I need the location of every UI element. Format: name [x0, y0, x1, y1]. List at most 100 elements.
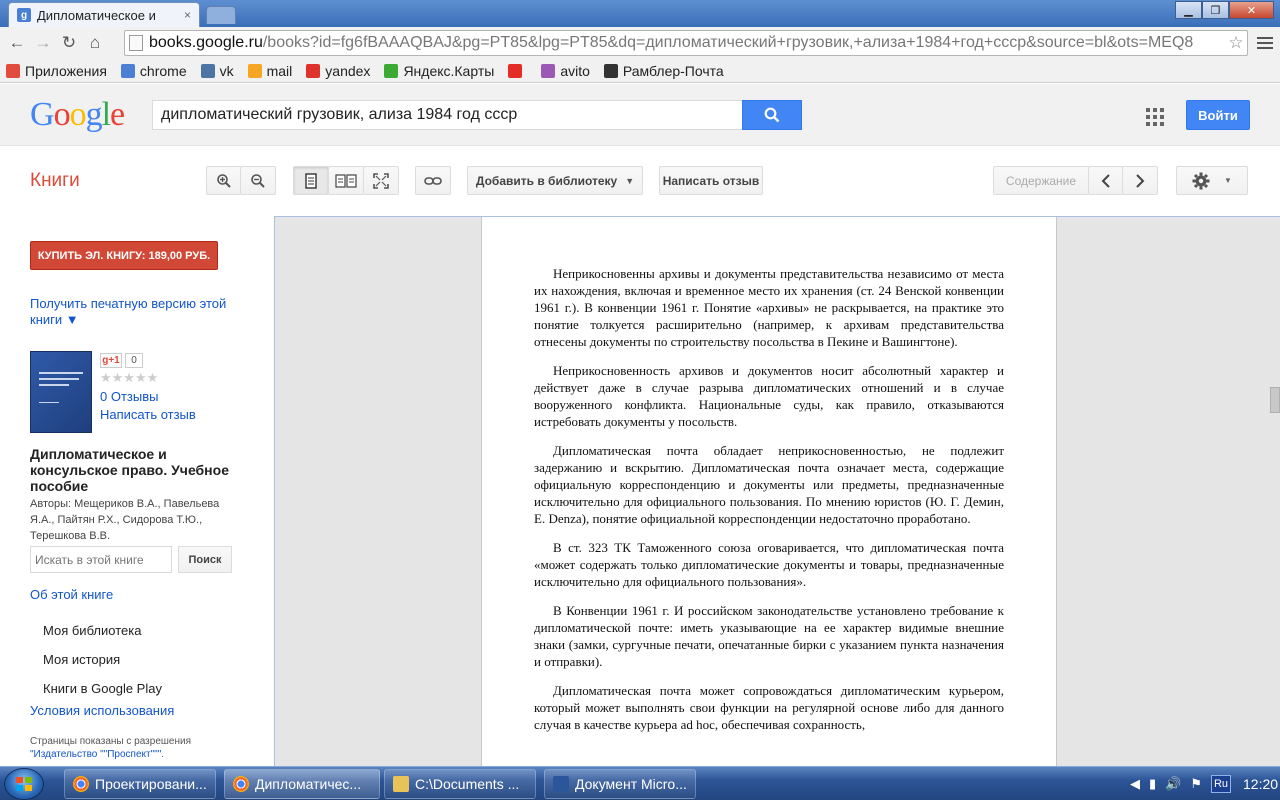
write-review-link[interactable]: Написать отзыв — [100, 407, 196, 422]
system-tray: ◀ ▮ 🔊 ⚑ Ru 12:20 — [1130, 767, 1280, 800]
previous-page-button[interactable] — [1088, 166, 1123, 195]
bookmarks-bar: Приложения chrome vk mail yandex Яндекс.Карты… — [0, 59, 1280, 83]
taskbar-item[interactable]: Документ Micro... — [544, 769, 696, 799]
vk-icon — [200, 63, 215, 78]
logo-letter: o — [53, 96, 71, 133]
nav-my-history[interactable]: Моя история — [43, 652, 120, 667]
bookmark-item[interactable]: Приложения — [6, 63, 107, 79]
back-icon[interactable]: ← — [4, 30, 30, 56]
reviews-link[interactable]: 0 Отзывы — [100, 389, 158, 404]
search-in-book-input[interactable] — [30, 546, 172, 573]
action-center-icon[interactable]: ⚑ — [1190, 776, 1202, 792]
address-bar[interactable]: books.google.ru /books?id=fg6fBAAAQBAJ&p… — [124, 30, 1248, 56]
taskbar-item[interactable]: Проектировани... — [64, 769, 216, 799]
home-icon[interactable]: ⌂ — [82, 30, 108, 56]
zoom-out-button[interactable] — [240, 166, 276, 195]
logo-letter: l — [101, 96, 112, 133]
forward-icon[interactable]: → — [30, 30, 56, 56]
bookmark-item[interactable]: mail — [247, 62, 293, 79]
google-plus-count: 0 — [125, 353, 143, 368]
bookmark-item[interactable]: Яндекс.Карты — [384, 63, 494, 79]
rambler-mail-icon — [603, 63, 618, 78]
bookmark-item[interactable]: yandex — [306, 63, 370, 79]
google-apps-icon[interactable] — [1146, 108, 1164, 126]
about-book-link[interactable]: Об этой книге — [30, 587, 113, 602]
show-hidden-icons-icon[interactable]: ◀ — [1130, 776, 1140, 792]
page-icon — [129, 35, 143, 51]
chrome-icon — [233, 776, 249, 792]
buy-ebook-button[interactable]: КУПИТЬ ЭЛ. КНИГУ: 189,00 РУБ. — [30, 241, 218, 270]
book-authors: Авторы: Мещериков В.А., Павельева Я.А., … — [30, 498, 220, 542]
bookmark-label: avito — [560, 62, 590, 79]
bookmark-item[interactable]: Рамблер-Почта — [603, 63, 724, 79]
close-button[interactable]: ✕ — [1229, 1, 1274, 19]
bookmark-label: yandex — [325, 62, 371, 79]
book-cover-image[interactable] — [30, 351, 92, 433]
page-text: Неприкосновенны архивы и документы предс… — [534, 265, 1004, 745]
word-icon — [553, 776, 569, 792]
chrome-icon — [73, 776, 89, 792]
books-toolbar: Книги Добавить в библиотеку ▼ Написать о… — [0, 146, 1280, 216]
fullscreen-icon — [373, 172, 389, 189]
clock[interactable]: 12:20 — [1243, 776, 1278, 792]
two-page-view-button[interactable] — [328, 166, 364, 195]
google-icon — [120, 63, 135, 78]
nav-google-play-books[interactable]: Книги в Google Play — [43, 681, 162, 696]
avito-icon — [541, 63, 556, 78]
minimize-button[interactable]: ▁ — [1175, 1, 1202, 19]
taskbar-item[interactable]: C:\Documents ... — [384, 769, 536, 799]
nav-my-library[interactable]: Моя библиотека — [43, 623, 141, 638]
logo-letter: g — [85, 96, 103, 133]
chevron-left-icon — [1101, 173, 1110, 188]
google-search-input[interactable] — [152, 100, 744, 130]
single-page-view-button[interactable] — [293, 166, 329, 195]
bookmark-item[interactable]: chrome — [120, 62, 187, 79]
start-button[interactable] — [4, 768, 44, 800]
book-reader-viewport[interactable]: Неприкосновенны архивы и документы предс… — [274, 216, 1280, 766]
zoom-in-button[interactable] — [206, 166, 241, 195]
bookmark-item[interactable] — [508, 63, 527, 78]
maximize-button[interactable]: ❐ — [1202, 1, 1229, 19]
search-button[interactable] — [742, 100, 802, 130]
terms-of-use-link[interactable]: Условия использования — [30, 703, 174, 718]
next-page-button[interactable] — [1122, 166, 1158, 195]
search-in-book-button[interactable]: Поиск — [178, 546, 232, 573]
browser-titlebar: g Дипломатическое и × ▁ ❐ ✕ — [0, 0, 1280, 27]
contents-button[interactable]: Содержание — [993, 166, 1089, 195]
tab-close-icon[interactable]: × — [184, 8, 191, 22]
mail-icon — [247, 63, 262, 78]
taskbar-item[interactable]: Дипломатичес... — [224, 769, 380, 799]
google-plus-icon[interactable]: g+1 — [100, 353, 122, 368]
google-books-favicon-icon: g — [17, 8, 31, 22]
language-indicator[interactable]: Ru — [1211, 775, 1231, 793]
google-logo[interactable]: Google — [30, 96, 125, 134]
bookmark-label: Приложения — [25, 62, 107, 79]
url-path: /books?id=fg6fBAAAQBAJ&pg=PT85&lpg=PT85&… — [262, 34, 1194, 51]
bookmark-item[interactable]: vk — [200, 63, 234, 79]
browser-tab-active[interactable]: g Дипломатическое и × — [8, 2, 200, 27]
network-signal-icon[interactable]: ▮ — [1149, 776, 1156, 792]
google-plus-widget[interactable]: g+1 0 — [100, 353, 143, 368]
add-to-library-button[interactable]: Добавить в библиотеку ▼ — [467, 166, 643, 195]
reader-scrollbar-thumb[interactable] — [1270, 387, 1280, 413]
browser-menu-icon[interactable] — [1254, 33, 1276, 53]
logo-letter: e — [110, 96, 125, 133]
books-section-title[interactable]: Книги — [30, 170, 80, 192]
sign-in-button[interactable]: Войти — [1186, 100, 1250, 130]
speaker-icon[interactable]: 🔊 — [1165, 776, 1181, 792]
bookmark-item[interactable]: avito — [541, 63, 590, 79]
folder-icon — [393, 776, 409, 792]
new-tab-button[interactable] — [206, 6, 236, 24]
publisher-link[interactable]: "Издательство ""Проспект""". — [30, 748, 260, 761]
link-button[interactable] — [415, 166, 451, 195]
bookmark-label: mail — [266, 62, 293, 79]
write-review-button[interactable]: Написать отзыв — [659, 166, 763, 195]
add-to-library-label: Добавить в библиотеку — [475, 173, 618, 188]
url-host: books.google.ru — [149, 34, 263, 51]
print-version-link[interactable]: Получить печатную версию этой книги ▼ — [30, 296, 240, 328]
fullscreen-button[interactable] — [363, 166, 399, 195]
bookmark-label: chrome — [139, 62, 187, 79]
reload-icon[interactable]: ↻ — [56, 30, 82, 56]
settings-button[interactable]: ▼ — [1176, 166, 1248, 195]
bookmark-star-icon[interactable]: ☆ — [1225, 33, 1247, 53]
